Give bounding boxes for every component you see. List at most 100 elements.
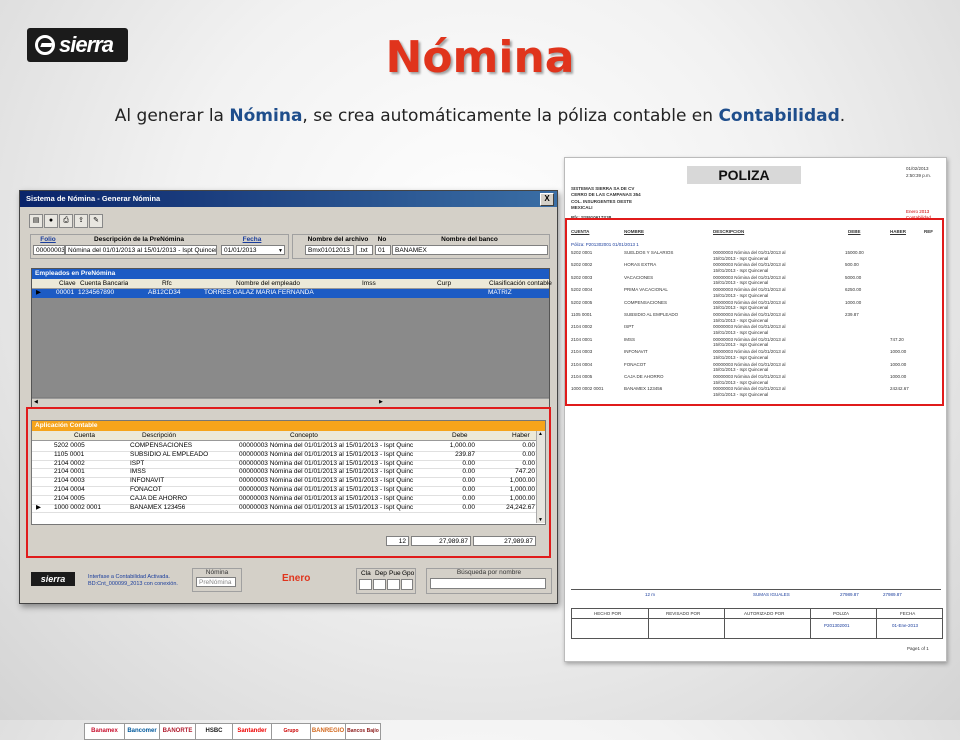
search-group: Búsqueda por nombre bbox=[426, 568, 552, 594]
nomina-window: Sistema de Nómina - Generar Nómina X ▤ ●… bbox=[19, 190, 558, 740]
poliza-cell-nombre: BANAMEX 123456 bbox=[624, 386, 663, 392]
cla-field[interactable] bbox=[359, 579, 372, 590]
record-icon[interactable]: ● bbox=[44, 214, 58, 228]
poliza-row: 1105 0001 SUBSIDIO AL EMPLEADO 00000003 Nó… bbox=[565, 312, 944, 324]
poliza-row: 5202 0003 VACACIONES 00000003 Nómina del 0… bbox=[565, 275, 944, 287]
cell-desc: CAJA DE AHORRO bbox=[130, 494, 188, 502]
edit-icon[interactable]: ✎ bbox=[89, 214, 103, 228]
folio-field[interactable]: 00000003 bbox=[33, 245, 65, 255]
no-field[interactable]: 01 bbox=[375, 245, 391, 255]
export-icon[interactable]: ⇪ bbox=[74, 214, 88, 228]
banco-field[interactable]: BANAMEX bbox=[392, 245, 548, 255]
row-count: 12 bbox=[386, 536, 409, 546]
cell-haber: 1,000.00 bbox=[509, 486, 535, 493]
cell-debe: 239.87 bbox=[455, 450, 475, 458]
desc-label: Descripción de la PreNómina bbox=[94, 236, 184, 243]
poliza-cell-haber: 24242.67 bbox=[890, 386, 909, 392]
archivo-ext: .txt bbox=[356, 245, 373, 255]
cell-desc: COMPENSACIONES bbox=[130, 442, 193, 449]
gpo-field[interactable] bbox=[401, 579, 413, 590]
pue-field[interactable] bbox=[387, 579, 400, 590]
print-icon[interactable]: ⎙ bbox=[59, 214, 73, 228]
dep-field[interactable] bbox=[373, 579, 386, 590]
cell-cuenta: 2104 0004 bbox=[54, 486, 85, 493]
row-pointer-icon: ▶ bbox=[36, 503, 41, 511]
signature-table: HECHO POR REVISADO POR AUTORIZADO POR PO… bbox=[571, 608, 943, 639]
poliza-cell-nombre: IMSS bbox=[624, 336, 636, 342]
poliza-cell-d1: 00000003 Nómina del 01/01/2013 al bbox=[713, 361, 786, 367]
poliza-cell-haber: 1000.00 bbox=[890, 374, 907, 379]
poliza-cell-d1: 00000003 Nómina del 01/01/2013 al bbox=[713, 274, 786, 280]
cell-debe: 0.00 bbox=[462, 494, 475, 502]
cell-desc: ISPT bbox=[130, 459, 145, 467]
cell-concepto: 00000003 Nómina del 01/01/2013 al 15/01/… bbox=[239, 442, 414, 449]
table-row[interactable]: ▶ 00001 1234567890 AB12CD34 TORRES GALAZ… bbox=[32, 289, 549, 298]
poliza-cell-cuenta: 2104 0003 bbox=[571, 349, 593, 355]
poliza-col-nombre: NOMBRE bbox=[624, 229, 644, 234]
poliza-cell-nombre: HORAS EXTRA bbox=[624, 262, 657, 268]
desc-field[interactable]: Nómina del 01/01/2013 al 15/01/2013 - Is… bbox=[65, 245, 217, 255]
archivo-field[interactable]: Bmx01012013 bbox=[305, 245, 354, 255]
empleados-header: Clave Cuenta Bancaria Rfc Nombre del emp… bbox=[32, 279, 552, 289]
cell-cuenta: 1105 0001 bbox=[54, 450, 85, 458]
poliza-cell-d2: 15/01/2013 - Ispt Quincenal bbox=[713, 292, 769, 298]
poliza-cell-d2: 15/01/2013 - Ispt Quincenal bbox=[713, 329, 769, 335]
poliza-row: 5202 0001 SUELDOS Y SALARIOS 00000003 Nómi… bbox=[565, 250, 944, 262]
poliza-cell-d1: 00000003 Nómina del 01/01/2013 al bbox=[713, 374, 786, 379]
slide-subtitle: Al generar la Nómina, se crea automática… bbox=[114, 106, 846, 126]
aplicacion-rows: 5202 0005 COMPENSACIONES 00000003 Nómina d… bbox=[32, 441, 537, 523]
scroll-left-icon[interactable]: ◀ bbox=[34, 399, 38, 405]
poliza-cell-cuenta: 2104 0001 bbox=[571, 336, 593, 342]
scroll-up-icon[interactable]: ▲ bbox=[538, 431, 543, 437]
cell-concepto: 00000003 Nómina del 01/01/2013 al 15/01/… bbox=[239, 494, 414, 502]
poliza-cell-nombre: COMPENSACIONES bbox=[624, 299, 668, 305]
folio-label: Folio bbox=[40, 236, 56, 243]
fecha-field[interactable]: 01/01/2013 ▼ bbox=[221, 245, 285, 255]
close-button[interactable]: X bbox=[540, 193, 554, 206]
poliza-cell-cuenta: 5202 0001 bbox=[571, 250, 593, 255]
cell-desc: IMSS bbox=[130, 468, 146, 476]
poliza-total-count: 12 m bbox=[645, 592, 656, 597]
poliza-total-debe: 27989.87 bbox=[840, 592, 859, 597]
cell-cuenta: 2104 0005 bbox=[54, 494, 85, 502]
cell-haber: 0.00 bbox=[522, 442, 535, 449]
poliza-cell-d2: 15/01/2013 - Ispt Quincenal bbox=[713, 305, 769, 311]
poliza-cell-d1: 00000003 Nómina del 01/01/2013 al bbox=[713, 324, 786, 330]
poliza-cell-d2: 15/01/2013 - Ispt Quincenal bbox=[713, 342, 769, 348]
poliza-cell-cuenta: 5202 0004 bbox=[571, 287, 593, 293]
nomina-group: Nómina PreNómina bbox=[192, 568, 242, 592]
window-titlebar[interactable]: Sistema de Nómina - Generar Nómina X bbox=[20, 191, 557, 207]
document-icon[interactable]: ▤ bbox=[29, 214, 43, 228]
bank-logo-santander: Santander bbox=[232, 723, 272, 740]
poliza-cell-cuenta: 1105 0001 bbox=[571, 312, 592, 317]
poliza-cell-nombre: ISPT bbox=[624, 324, 635, 330]
cell-concepto: 00000003 Nómina del 01/01/2013 al 15/01/… bbox=[239, 459, 414, 467]
search-input[interactable] bbox=[430, 578, 546, 589]
table-row[interactable]: ▶ 1000 0002 0001 BANAMEX 123456 00000003 Nó… bbox=[32, 504, 537, 514]
aplicacion-header: Cuenta Descripción Concepto Debe Haber bbox=[32, 431, 545, 441]
poliza-cell-cuenta: 1000 0002 0001 bbox=[571, 386, 604, 392]
cell-cuenta: 2104 0003 bbox=[54, 477, 85, 485]
vertical-scrollbar[interactable]: ▲ ▼ bbox=[536, 431, 545, 523]
cell-desc: BANAMEX 123456 bbox=[130, 503, 186, 511]
total-haber: 27,989.87 bbox=[473, 536, 536, 546]
poliza-col-cuenta: CUENTA bbox=[571, 229, 590, 234]
nomina-select[interactable]: PreNómina bbox=[196, 577, 236, 587]
bank-logo-banregio: BANREGIO bbox=[310, 723, 346, 740]
poliza-rows: 5202 0001 SUELDOS Y SALARIOS 00000003 Nómi… bbox=[565, 250, 944, 400]
poliza-col-descripcion: DESCRIPCION bbox=[713, 229, 745, 234]
page-number: Page1 of 1 bbox=[907, 646, 929, 651]
scroll-down-icon[interactable]: ▼ bbox=[538, 517, 543, 523]
poliza-row: 2104 0001 IMSS 00000003 Nómina del 01/01/2… bbox=[565, 337, 944, 349]
poliza-total-label: SUMAS IGUALES bbox=[753, 592, 790, 597]
cell-cuenta: 2104 0002 bbox=[54, 459, 85, 467]
window-title: Sistema de Nómina - Generar Nómina bbox=[26, 194, 161, 203]
scroll-right-icon[interactable]: ▶ bbox=[379, 399, 383, 405]
empleados-title: Empleados en PreNómina bbox=[32, 269, 549, 279]
poliza-cell-nombre: INFONAVIT bbox=[624, 349, 648, 355]
chevron-down-icon[interactable]: ▼ bbox=[278, 246, 283, 254]
poliza-cell-debe: 15000.00 bbox=[845, 250, 864, 255]
slide-title: Nómina bbox=[385, 32, 575, 83]
report-time: 2:50:39 p.m. bbox=[906, 173, 932, 178]
poliza-cell-cuenta: 5202 0002 bbox=[571, 262, 593, 268]
